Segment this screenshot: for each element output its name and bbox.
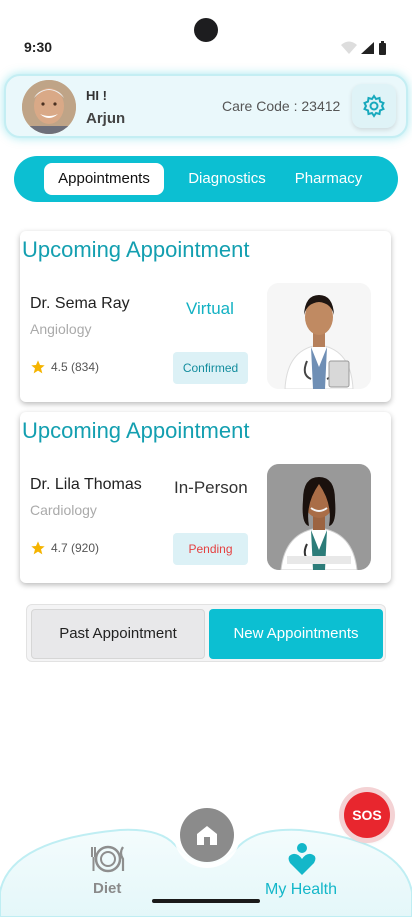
gesture-bar — [152, 899, 260, 903]
signal-icon — [361, 42, 374, 54]
rating-value: 4.5 (834) — [51, 360, 100, 374]
tab-bar: Appointments Diagnostics Pharmacy — [14, 156, 398, 202]
doctor-specialty: Angiology — [30, 321, 92, 337]
nav-my-health-label[interactable]: My Health — [265, 881, 337, 899]
appointment-card[interactable]: Upcoming Appointment Dr. Lila Thomas Car… — [20, 412, 391, 583]
tab-appointments[interactable]: Appointments — [44, 163, 164, 195]
status-icons — [341, 41, 386, 55]
camera-cutout — [194, 18, 218, 42]
new-appointments-button[interactable]: New Appointments — [209, 609, 383, 659]
avatar[interactable] — [22, 80, 76, 134]
visit-type: Virtual — [186, 299, 234, 318]
appointment-switch: Past Appointment New Appointments — [26, 604, 386, 662]
doctor-rating: 4.7 (920) — [30, 540, 99, 556]
gear-icon — [363, 94, 385, 118]
home-icon — [197, 826, 217, 845]
status-badge: Pending — [173, 533, 248, 565]
past-appointment-button[interactable]: Past Appointment — [31, 609, 205, 659]
greeting-text: HI ! — [86, 88, 107, 103]
doctor-photo — [267, 283, 371, 389]
care-code: Care Code : 23412 — [222, 98, 341, 114]
rating-value: 4.7 (920) — [51, 541, 100, 555]
battery-icon — [379, 43, 386, 55]
heart-person-icon[interactable] — [287, 842, 317, 876]
profile-card: HI ! Arjun Care Code : 23412 — [4, 74, 408, 138]
star-icon — [31, 541, 45, 555]
visit-type: In-Person — [174, 478, 248, 497]
doctor-specialty: Cardiology — [30, 502, 97, 518]
nav-diet-label[interactable]: Diet — [93, 880, 121, 897]
tab-diagnostics[interactable]: Diagnostics — [177, 163, 277, 195]
doctor-name: Dr. Sema Ray — [30, 295, 130, 312]
tab-pharmacy[interactable]: Pharmacy — [286, 163, 371, 195]
appointment-title: Upcoming Appointment — [22, 418, 250, 443]
star-icon — [31, 360, 45, 374]
wifi-icon — [341, 41, 357, 54]
status-time: 9:30 — [24, 39, 53, 55]
status-bar: 9:30 — [0, 0, 412, 64]
doctor-name: Dr. Lila Thomas — [30, 476, 142, 493]
status-badge: Confirmed — [173, 352, 248, 384]
appointment-card[interactable]: Upcoming Appointment Dr. Sema Ray Angiol… — [20, 231, 391, 402]
settings-button[interactable] — [352, 84, 396, 128]
appointment-title: Upcoming Appointment — [22, 237, 250, 262]
plate-icon[interactable] — [90, 843, 126, 875]
user-name: Arjun — [86, 110, 126, 127]
home-button[interactable] — [180, 808, 234, 862]
doctor-photo — [267, 464, 371, 570]
doctor-rating: 4.5 (834) — [30, 359, 99, 375]
sos-button[interactable]: SOS — [344, 792, 390, 838]
